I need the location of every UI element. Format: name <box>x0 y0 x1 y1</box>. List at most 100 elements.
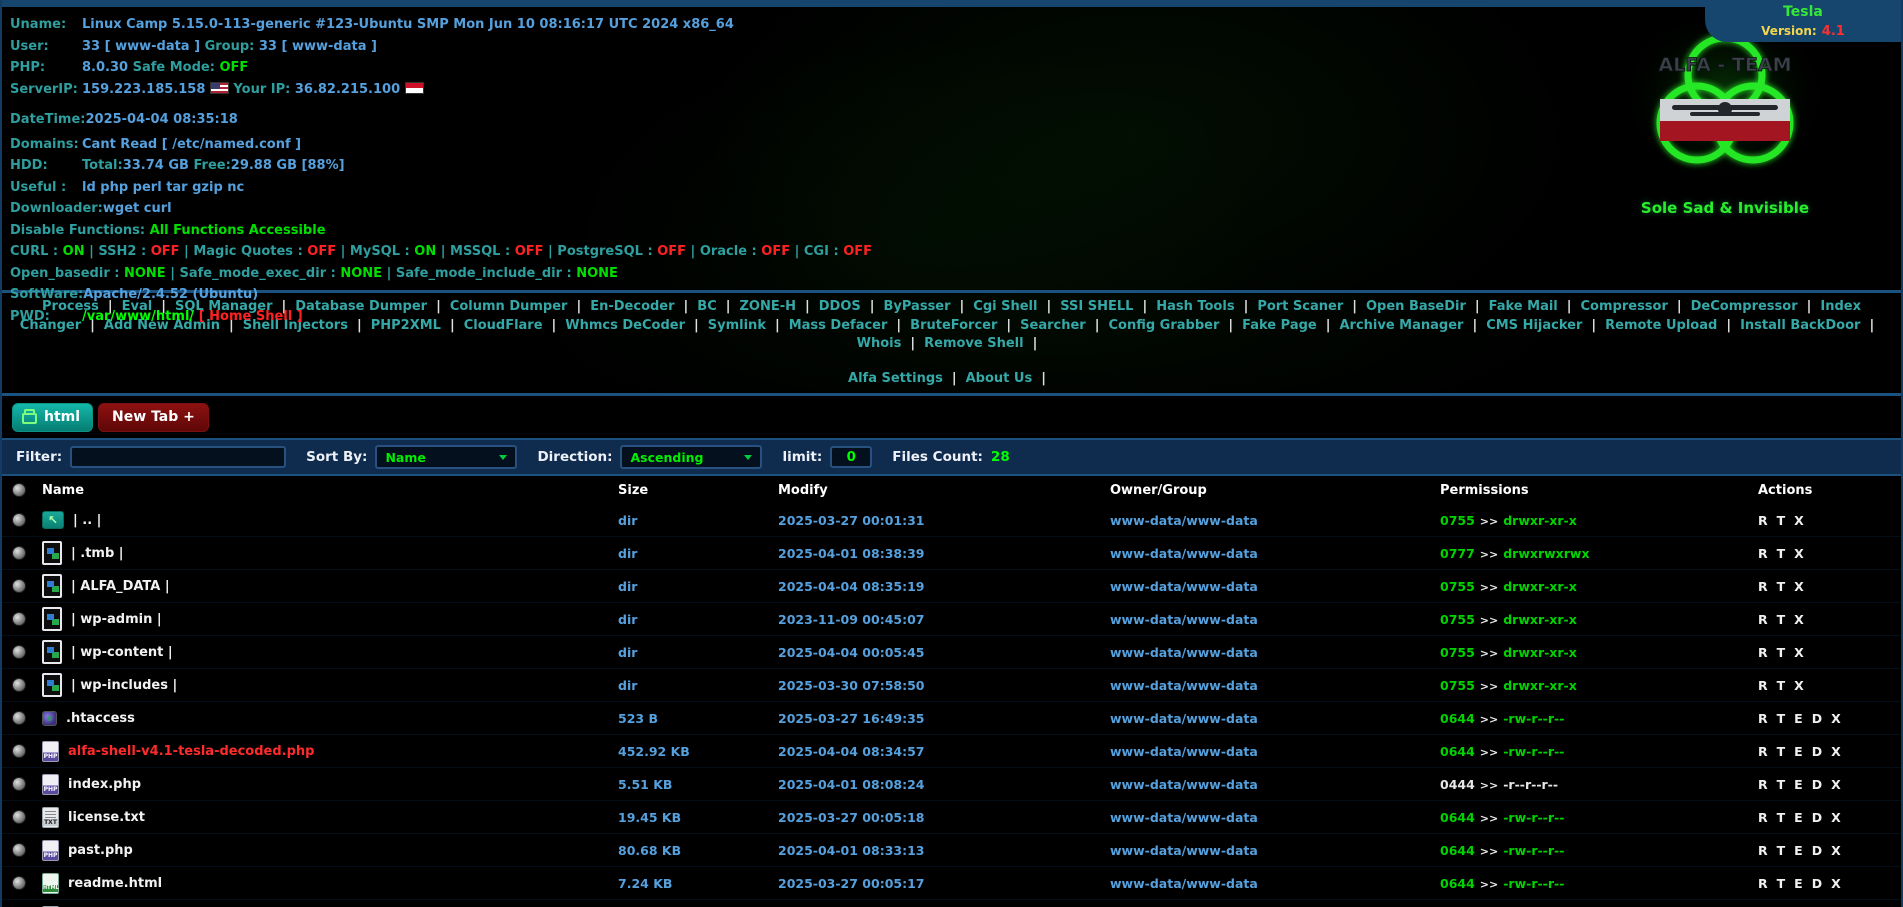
action-link[interactable]: R <box>1758 546 1768 561</box>
file-name-link[interactable]: | .tmb | <box>71 546 124 561</box>
tab-current-dir[interactable]: html <box>12 403 93 432</box>
action-link[interactable]: X <box>1831 876 1841 891</box>
direction-select[interactable]: Ascending <box>620 445 762 469</box>
row-radio[interactable] <box>12 843 26 857</box>
menu-item[interactable]: Whois <box>857 336 924 351</box>
menu-item[interactable]: Alfa Settings <box>848 371 966 386</box>
action-link[interactable]: X <box>1831 744 1841 759</box>
file-permissions[interactable]: 0644>>-rw-r--r-- <box>1440 810 1758 825</box>
action-link[interactable]: X <box>1794 612 1804 627</box>
action-link[interactable]: X <box>1794 645 1804 660</box>
action-link[interactable]: R <box>1758 843 1768 858</box>
action-link[interactable]: X <box>1794 678 1804 693</box>
file-name-link[interactable]: | ALFA_DATA | <box>71 579 170 594</box>
file-permissions[interactable]: 0755>>drwxr-xr-x <box>1440 579 1758 594</box>
action-link[interactable]: R <box>1758 579 1768 594</box>
select-all-radio[interactable] <box>12 483 26 497</box>
action-link[interactable]: E <box>1794 876 1803 891</box>
file-name-link[interactable]: | wp-includes | <box>71 678 177 693</box>
action-link[interactable]: X <box>1831 843 1841 858</box>
file-name-link[interactable]: readme.html <box>68 876 162 891</box>
action-link[interactable]: T <box>1777 579 1786 594</box>
action-link[interactable]: R <box>1758 876 1768 891</box>
file-name-link[interactable]: alfa-shell-v4.1-tesla-decoded.php <box>68 744 314 759</box>
action-link[interactable]: E <box>1794 843 1803 858</box>
action-link[interactable]: X <box>1831 711 1841 726</box>
file-permissions[interactable]: 0444>>-r--r--r-- <box>1440 777 1758 792</box>
file-permissions[interactable]: 0755>>drwxr-xr-x <box>1440 513 1758 528</box>
row-radio[interactable] <box>12 678 26 692</box>
file-name-link[interactable]: | wp-admin | <box>71 612 162 627</box>
row-radio[interactable] <box>12 645 26 659</box>
action-link[interactable]: T <box>1777 711 1786 726</box>
info-segment[interactable]: [ Home Shell ] <box>199 309 303 324</box>
file-permissions[interactable]: 0644>>-rw-r--r-- <box>1440 711 1758 726</box>
action-link[interactable]: D <box>1812 744 1822 759</box>
file-permissions[interactable]: 0644>>-rw-r--r-- <box>1440 744 1758 759</box>
action-link[interactable]: T <box>1777 678 1786 693</box>
action-link[interactable]: E <box>1794 711 1803 726</box>
sort-by-select[interactable]: Name <box>375 445 517 469</box>
file-modify: 2025-03-27 00:05:17 <box>778 876 1110 891</box>
file-permissions[interactable]: 0644>>-rw-r--r-- <box>1440 843 1758 858</box>
file-name-link[interactable]: | .. | <box>73 513 101 528</box>
file-permissions[interactable]: 0755>>drwxr-xr-x <box>1440 612 1758 627</box>
file-name-link[interactable]: past.php <box>68 843 133 858</box>
action-link[interactable]: T <box>1777 612 1786 627</box>
row-radio[interactable] <box>12 612 26 626</box>
action-link[interactable]: R <box>1758 612 1768 627</box>
menu-item[interactable]: Remove Shell <box>924 336 1046 351</box>
action-link[interactable]: D <box>1812 711 1822 726</box>
action-link[interactable]: R <box>1758 777 1768 792</box>
action-link[interactable]: R <box>1758 711 1768 726</box>
action-link[interactable]: R <box>1758 810 1768 825</box>
action-link[interactable]: E <box>1794 777 1803 792</box>
action-link[interactable]: R <box>1758 645 1768 660</box>
action-link[interactable]: T <box>1777 876 1786 891</box>
action-link[interactable]: D <box>1812 777 1822 792</box>
row-radio[interactable] <box>12 579 26 593</box>
row-radio[interactable] <box>12 744 26 758</box>
file-name-link[interactable]: license.txt <box>68 810 145 825</box>
action-link[interactable]: E <box>1794 744 1803 759</box>
action-link[interactable]: X <box>1794 546 1804 561</box>
row-radio[interactable] <box>12 876 26 890</box>
row-radio[interactable] <box>12 513 26 527</box>
action-link[interactable]: X <box>1794 513 1804 528</box>
new-tab-button[interactable]: New Tab + <box>98 403 209 432</box>
row-radio[interactable] <box>12 546 26 560</box>
filter-input[interactable] <box>70 446 286 468</box>
action-link[interactable]: D <box>1812 810 1822 825</box>
action-link[interactable]: R <box>1758 513 1768 528</box>
row-radio[interactable] <box>12 810 26 824</box>
action-link[interactable]: T <box>1777 810 1786 825</box>
action-link[interactable]: T <box>1777 744 1786 759</box>
action-link[interactable]: D <box>1812 876 1822 891</box>
file-name-link[interactable]: index.php <box>68 777 141 792</box>
info-segment[interactable]: /var/www/html/ <box>82 309 194 324</box>
action-link[interactable]: T <box>1777 843 1786 858</box>
broken-image-icon <box>42 673 62 697</box>
file-permissions[interactable]: 0755>>drwxr-xr-x <box>1440 678 1758 693</box>
action-link[interactable]: T <box>1777 546 1786 561</box>
file-permissions[interactable]: 0644>>-rw-r--r-- <box>1440 876 1758 891</box>
file-name-link[interactable]: .htaccess <box>66 711 135 726</box>
action-link[interactable]: T <box>1777 645 1786 660</box>
row-radio[interactable] <box>12 777 26 791</box>
action-link[interactable]: X <box>1794 579 1804 594</box>
action-link[interactable]: E <box>1794 810 1803 825</box>
action-link[interactable]: D <box>1812 843 1822 858</box>
action-link[interactable]: X <box>1831 777 1841 792</box>
action-link[interactable]: T <box>1777 513 1786 528</box>
file-permissions[interactable]: 0777>>drwxrwxrwx <box>1440 546 1758 561</box>
chevron-down-icon <box>744 455 752 460</box>
action-link[interactable]: T <box>1777 777 1786 792</box>
action-link[interactable]: R <box>1758 744 1768 759</box>
limit-input[interactable] <box>830 446 872 468</box>
row-radio[interactable] <box>12 711 26 725</box>
file-name-link[interactable]: | wp-content | <box>71 645 173 660</box>
file-permissions[interactable]: 0755>>drwxr-xr-x <box>1440 645 1758 660</box>
action-link[interactable]: R <box>1758 678 1768 693</box>
menu-item[interactable]: About Us <box>966 371 1055 386</box>
action-link[interactable]: X <box>1831 810 1841 825</box>
